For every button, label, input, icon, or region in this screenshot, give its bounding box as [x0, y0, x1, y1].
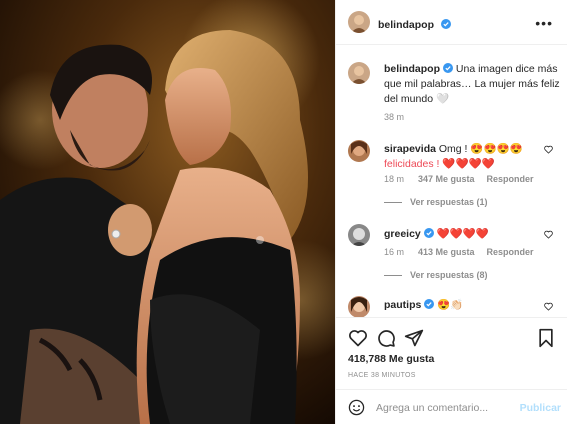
instagram-post: belindapop ••• belindapop Una imagen dic…: [0, 0, 567, 424]
author-avatar[interactable]: [348, 11, 370, 33]
caption: belindapop Una imagen dice más que mil p…: [384, 62, 560, 107]
author-name-row: belindapop: [378, 15, 452, 33]
comment-avatar[interactable]: [348, 140, 370, 162]
comment-username[interactable]: greeicy: [384, 228, 421, 240]
comment-likes[interactable]: 413 Me gusta: [418, 247, 475, 257]
view-replies-label: Ver respuestas (1): [410, 197, 488, 207]
more-icon[interactable]: •••: [535, 15, 553, 31]
view-replies[interactable]: Ver respuestas (8): [384, 270, 488, 280]
comment-username[interactable]: pautips: [384, 299, 421, 311]
add-comment-bar: Agrega un comentario... Publicar: [336, 389, 567, 425]
caption-avatar[interactable]: [348, 62, 370, 84]
comment-text: Omg ! 😍😍😍😍: [438, 143, 523, 155]
post-sidebar: belindapop ••• belindapop Una imagen dic…: [335, 0, 567, 424]
emoji-icon[interactable]: [348, 399, 365, 416]
verified-icon: [443, 63, 453, 73]
reply-button[interactable]: Responder: [487, 174, 534, 184]
comment-meta: 16 m 413 Me gusta Responder: [384, 247, 534, 257]
heart-icon[interactable]: [348, 328, 368, 348]
share-icon[interactable]: [404, 328, 424, 348]
comment-text: 😍👏🏻: [437, 299, 464, 311]
comment-time: 18 m: [384, 174, 405, 184]
comment-text-2: felicidades ! ❤️❤️❤️❤️: [384, 158, 495, 170]
post-timestamp[interactable]: HACE 38 MINUTOS: [348, 372, 416, 379]
reply-button[interactable]: Responder: [487, 247, 534, 257]
like-comment-icon[interactable]: [544, 230, 553, 239]
bookmark-icon[interactable]: [536, 328, 556, 348]
caption-time: 38 m: [384, 112, 405, 122]
comment-username[interactable]: sirapevida: [384, 143, 436, 155]
comment-1: sirapevida Omg ! 😍😍😍😍 felicidades ! ❤️❤️…: [384, 142, 560, 172]
caption-username[interactable]: belindapop: [384, 63, 440, 75]
couple-photo: [0, 0, 335, 424]
post-actions: 418,788 Me gusta HACE 38 MINUTOS: [336, 317, 567, 390]
likes-count[interactable]: 418,788 Me gusta: [348, 353, 434, 365]
comment-avatar[interactable]: [348, 224, 370, 246]
like-comment-icon[interactable]: [544, 145, 553, 154]
post-photo[interactable]: [0, 0, 335, 424]
comment-input[interactable]: Agrega un comentario...: [376, 402, 488, 414]
comment-3: pautips 😍👏🏻: [384, 298, 560, 313]
comment-likes[interactable]: 347 Me gusta: [418, 174, 475, 184]
comment-2: greeicy ❤️❤️❤️❤️: [384, 227, 560, 242]
comment-avatar[interactable]: [348, 296, 370, 318]
comment-text: ❤️❤️❤️❤️: [436, 228, 489, 240]
view-replies[interactable]: Ver respuestas (1): [384, 197, 488, 207]
comment-icon[interactable]: [376, 328, 396, 348]
post-header: belindapop •••: [336, 0, 567, 45]
view-replies-label: Ver respuestas (8): [410, 270, 488, 280]
verified-icon: [424, 299, 435, 309]
publish-button[interactable]: Publicar: [520, 402, 561, 414]
comment-time: 16 m: [384, 247, 405, 257]
like-comment-icon[interactable]: [544, 302, 553, 311]
verified-icon: [441, 19, 452, 29]
divider: [384, 274, 402, 276]
author-username[interactable]: belindapop: [378, 19, 434, 31]
divider: [384, 201, 402, 203]
verified-icon: [423, 228, 434, 238]
comment-meta: 18 m 347 Me gusta Responder: [384, 174, 534, 184]
